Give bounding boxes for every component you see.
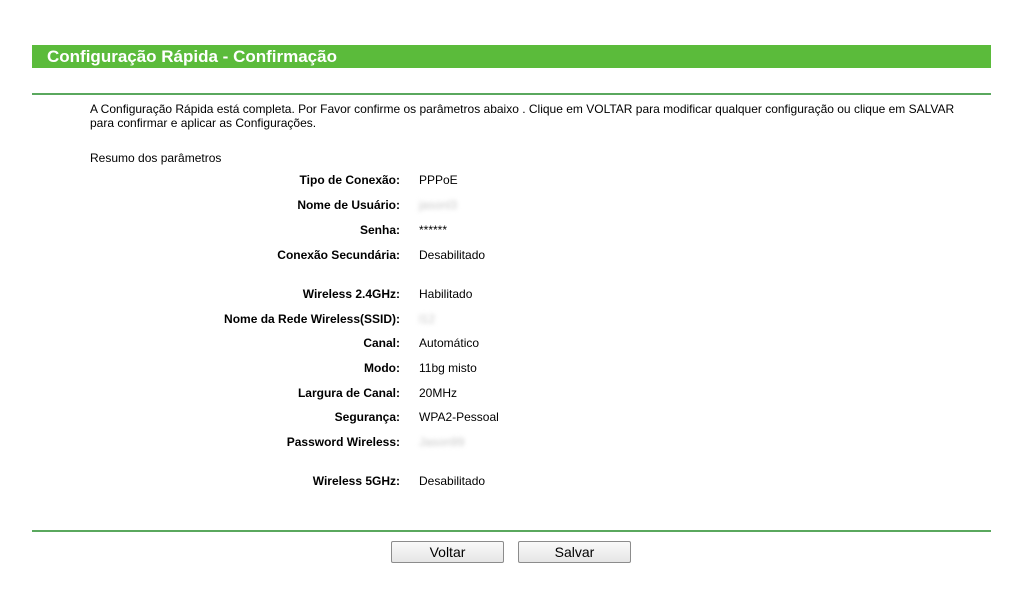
channel-width-label: Largura de Canal: [297, 386, 400, 400]
ssid-label: Nome da Rede Wireless(SSID): [224, 312, 400, 326]
row-wireless-24: Wireless 2.4GHz: Habilitado [0, 287, 1024, 303]
password-value: ****** [419, 223, 448, 237]
summary-heading: Resumo dos parâmetros [90, 151, 222, 165]
security-value: WPA2-Pessoal [419, 410, 499, 424]
row-wireless-5: Wireless 5GHz: Desabilitado [0, 474, 1024, 490]
row-channel: Canal: Automático [0, 336, 1024, 352]
wireless-5-value: Desabilitado [419, 474, 486, 488]
row-password: Senha: ****** [0, 223, 1024, 239]
row-mode: Modo: 11bg misto [0, 361, 1024, 377]
wireless-5-label: Wireless 5GHz: [312, 474, 400, 488]
row-connection-type: Tipo de Conexão: PPPoE [0, 173, 1024, 189]
channel-label: Canal: [363, 336, 400, 350]
wireless-24-label: Wireless 2.4GHz: [302, 287, 400, 301]
row-wireless-password: Password Wireless: Jason99 [0, 435, 1024, 451]
bottom-divider [32, 530, 991, 532]
password-label: Senha: [359, 223, 400, 237]
save-button[interactable]: Salvar [518, 541, 631, 563]
row-username: Nome de Usuário: jasonl3 [0, 198, 1024, 214]
mode-value: 11bg misto [419, 361, 477, 375]
channel-value: Automático [419, 336, 480, 350]
row-channel-width: Largura de Canal: 20MHz [0, 386, 1024, 402]
channel-width-value: 20MHz [419, 386, 458, 400]
wireless-password-value: Jason99 [419, 435, 465, 449]
secondary-connection-value: Desabilitado [419, 248, 486, 262]
row-ssid: Nome da Rede Wireless(SSID): l12 [0, 312, 1024, 328]
row-security: Segurança: WPA2-Pessoal [0, 410, 1024, 426]
wireless-24-value: Habilitado [419, 287, 473, 301]
connection-type-value: PPPoE [419, 173, 458, 187]
connection-type-label: Tipo de Conexão: [299, 173, 400, 187]
mode-label: Modo: [364, 361, 400, 375]
username-value: jasonl3 [419, 198, 458, 212]
page-title: Configuração Rápida - Confirmação [47, 47, 337, 66]
back-button[interactable]: Voltar [391, 541, 504, 563]
security-label: Segurança: [334, 410, 400, 424]
row-secondary-connection: Conexão Secundária: Desabilitado [0, 248, 1024, 264]
username-label: Nome de Usuário: [297, 198, 400, 212]
secondary-connection-label: Conexão Secundária: [277, 248, 400, 262]
ssid-value: l12 [419, 312, 436, 326]
intro-text: A Configuração Rápida está completa. Por… [90, 102, 955, 130]
top-divider [32, 93, 991, 95]
wireless-password-label: Password Wireless: [286, 435, 400, 449]
title-bar: Configuração Rápida - Confirmação [32, 45, 991, 68]
